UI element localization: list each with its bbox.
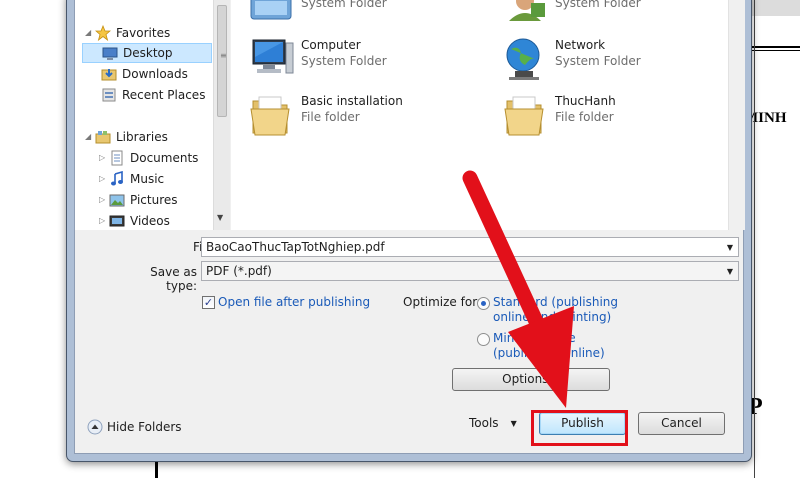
radio-minimum-size-label[interactable]: Minimum size (publishing online)	[493, 331, 605, 361]
radio-minimum-line2: (publishing online)	[493, 346, 605, 360]
file-item-thuchanh[interactable]: ThucHanh File folder	[501, 91, 616, 139]
radio-standard-line1: Standard (publishing	[493, 295, 619, 309]
options-button[interactable]: Options...	[452, 368, 610, 391]
scrollbar-thumb[interactable]: ≡	[217, 5, 227, 117]
file-type: File folder	[555, 110, 614, 124]
hide-folders-toggle[interactable]: Hide Folders	[87, 419, 182, 435]
folder-icon	[250, 96, 290, 136]
save-as-type-select[interactable]: PDF (*.pdf) ▼	[201, 261, 739, 281]
document-page-edge	[754, 0, 755, 478]
grip-icon: ≡	[220, 51, 227, 60]
radio-standard-line2: online and printing)	[493, 310, 612, 324]
nav-label: Music	[130, 172, 165, 186]
file-item[interactable]: System Folder	[501, 0, 641, 39]
nav-desktop[interactable]: Desktop	[82, 43, 212, 63]
network-globe-icon	[506, 38, 540, 80]
file-name: ThucHanh	[555, 94, 616, 108]
radio-standard[interactable]	[477, 297, 490, 310]
file-name: Network	[555, 38, 606, 52]
save-as-type-value: PDF (*.pdf)	[206, 264, 272, 278]
file-item-basic-installation[interactable]: Basic installation File folder	[247, 91, 403, 139]
nav-label: Downloads	[122, 67, 188, 81]
publish-highlight-box	[531, 410, 628, 446]
nav-label: Favorites	[116, 26, 171, 40]
expand-arrow-icon[interactable]: ▷	[99, 174, 109, 184]
pictures-icon	[109, 194, 125, 207]
documents-icon	[111, 150, 123, 166]
music-note-icon	[111, 171, 123, 186]
file-name: Basic installation	[301, 94, 403, 108]
file-list-pane: System Folder System Folder Computer Sys…	[231, 0, 745, 230]
libraries-icon	[95, 131, 111, 144]
publish-pdf-dialog: ◢ Favorites Desktop Downloads Recent Pla…	[66, 0, 752, 462]
file-type: File folder	[301, 110, 360, 124]
nav-label: Videos	[130, 214, 170, 228]
scroll-down-arrow-icon[interactable]: ▼	[217, 213, 223, 222]
user-folder-icon	[509, 0, 545, 21]
nav-label: Pictures	[130, 193, 178, 207]
navigation-scrollbar[interactable]: ≡ ▼	[213, 0, 230, 230]
file-item-network[interactable]: Network System Folder	[501, 35, 641, 83]
recent-places-icon	[102, 88, 116, 102]
tools-label: Tools	[469, 416, 499, 430]
nav-label: Documents	[130, 151, 199, 165]
nav-label: Libraries	[116, 130, 168, 144]
open-after-publishing-label[interactable]: Open file after publishing	[218, 295, 370, 309]
file-type: System Folder	[301, 54, 387, 68]
expand-arrow-icon[interactable]: ▷	[99, 216, 109, 226]
dropdown-arrow-icon: ▼	[510, 418, 517, 428]
star-icon	[95, 25, 111, 41]
file-item[interactable]: System Folder	[247, 0, 387, 39]
file-name-input[interactable]: BaoCaoThucTapTotNghiep.pdf ▼	[201, 237, 739, 257]
tools-menu[interactable]: Tools ▼	[469, 416, 517, 430]
navigation-pane: ◢ Favorites Desktop Downloads Recent Pla…	[75, 0, 230, 231]
expand-arrow-icon[interactable]: ◢	[85, 132, 95, 142]
file-type: System Folder	[555, 0, 641, 10]
nav-videos[interactable]: ▷ Videos	[99, 211, 170, 231]
downloads-folder-icon	[101, 69, 117, 81]
collapse-up-icon	[87, 419, 103, 435]
expand-arrow-icon[interactable]: ▷	[99, 153, 109, 163]
radio-minimum-line1: Minimum size	[493, 331, 576, 345]
folder-icon	[504, 96, 544, 136]
file-item-computer[interactable]: Computer System Folder	[247, 35, 387, 83]
system-folder-icon	[250, 0, 292, 20]
videos-icon	[109, 215, 125, 227]
nav-pictures[interactable]: ▷ Pictures	[99, 190, 178, 210]
expand-arrow-icon[interactable]: ◢	[85, 28, 95, 38]
file-type: System Folder	[555, 54, 641, 68]
nav-downloads[interactable]: Downloads	[101, 64, 188, 84]
nav-label: Desktop	[123, 46, 173, 60]
nav-favorites[interactable]: ◢ Favorites	[85, 23, 170, 43]
optimize-for-label: Optimize for:	[403, 295, 481, 309]
dropdown-arrow-icon[interactable]: ▼	[722, 243, 738, 252]
hide-folders-label: Hide Folders	[107, 420, 182, 434]
open-after-publishing-checkbox[interactable]: ✓	[202, 296, 215, 309]
expand-arrow-icon[interactable]: ▷	[99, 195, 109, 205]
nav-libraries[interactable]: ◢ Libraries	[85, 127, 168, 147]
nav-label: Recent Places	[122, 88, 206, 102]
file-name-value: BaoCaoThucTapTotNghiep.pdf	[206, 240, 385, 254]
file-name: Computer	[301, 38, 361, 52]
cancel-button[interactable]: Cancel	[638, 412, 725, 435]
radio-standard-label[interactable]: Standard (publishing online and printing…	[493, 295, 618, 325]
save-as-type-label: Save as type:	[150, 265, 197, 293]
file-list-scrollbar[interactable]	[728, 0, 745, 230]
nav-recent-places[interactable]: Recent Places	[101, 85, 205, 105]
computer-icon	[252, 39, 294, 74]
desktop-icon	[102, 47, 118, 60]
dropdown-arrow-icon[interactable]: ▼	[722, 267, 738, 276]
radio-minimum-size[interactable]	[477, 333, 490, 346]
nav-music[interactable]: ▷ Music	[99, 169, 164, 189]
dialog-body: ◢ Favorites Desktop Downloads Recent Pla…	[74, 0, 745, 454]
file-type: System Folder	[301, 0, 387, 10]
nav-documents[interactable]: ▷ Documents	[99, 148, 198, 168]
